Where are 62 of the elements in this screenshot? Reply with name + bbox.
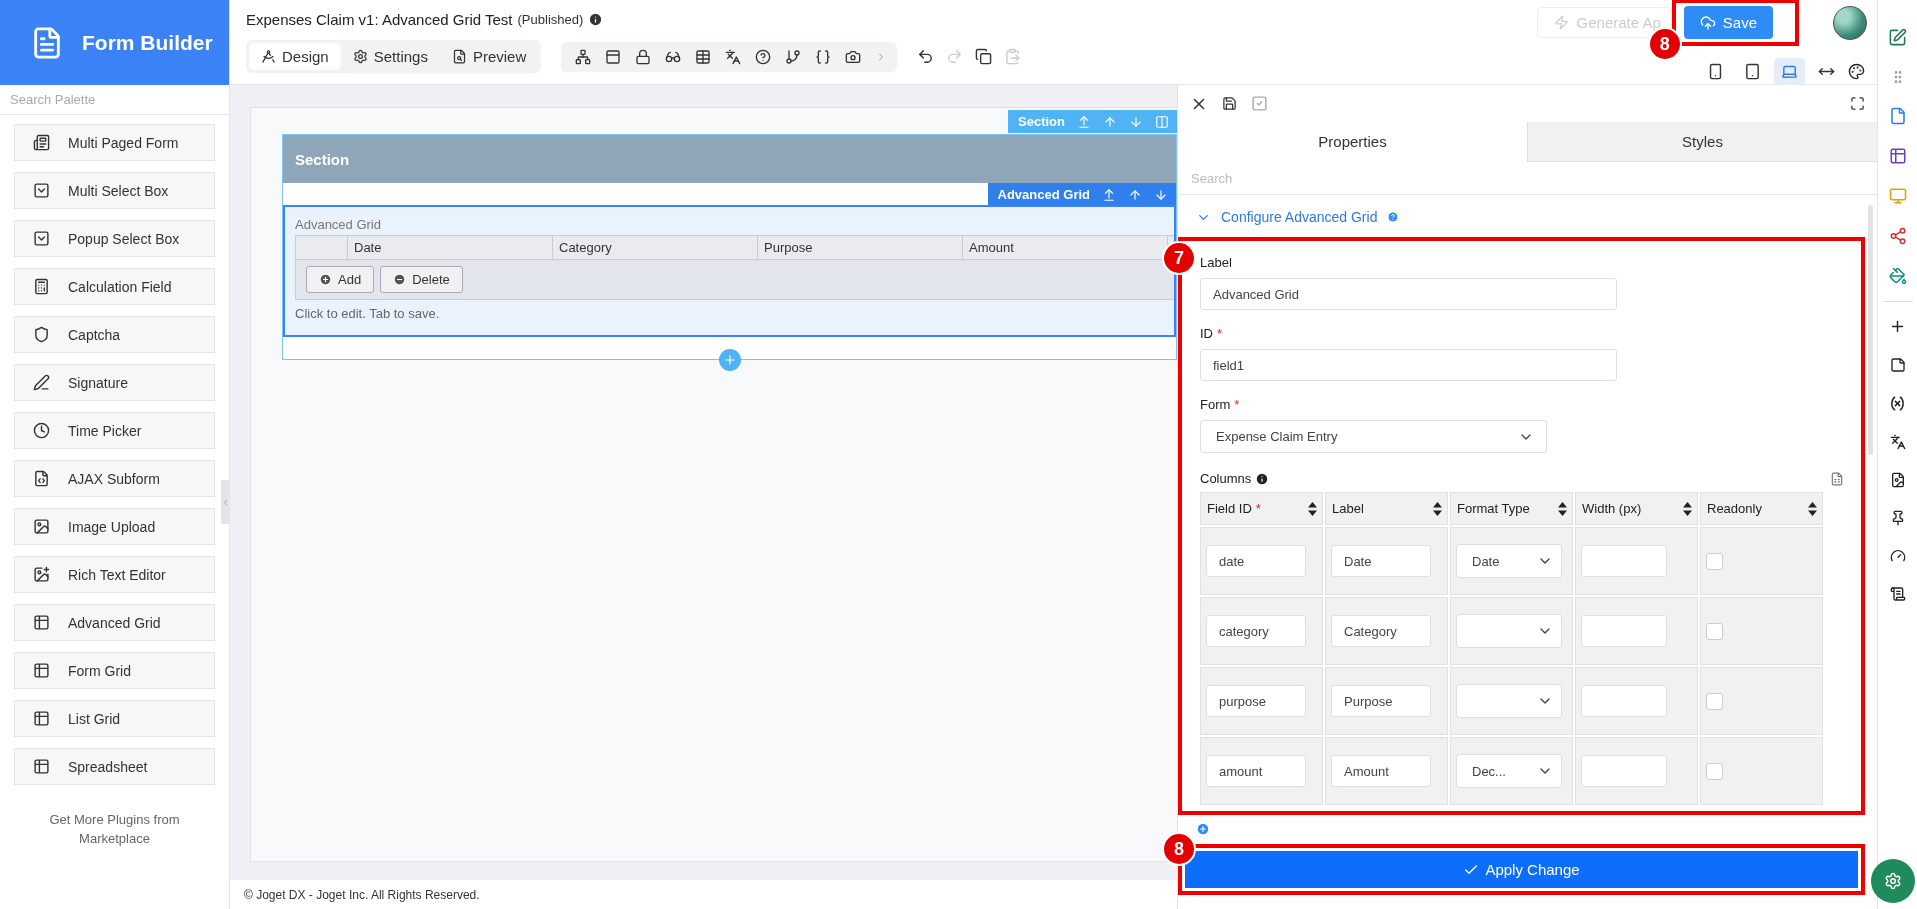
- column-header[interactable]: Field ID *: [1200, 492, 1323, 525]
- copyright-text: © Joget DX - Joget Inc. All Rights Reserved.: [230, 880, 1177, 909]
- group-title[interactable]: Configure Advanced Grid: [1221, 209, 1378, 225]
- column-header[interactable]: Readonly: [1700, 492, 1823, 525]
- palette-item[interactable]: Multi Select Box: [14, 172, 215, 209]
- marketplace-link[interactable]: Get More Plugins from Marketplace: [0, 811, 229, 849]
- step-badge: 7: [1162, 241, 1196, 275]
- palette-item[interactable]: Advanced Grid: [14, 604, 215, 641]
- field-id-field[interactable]: date: [1206, 545, 1306, 577]
- required-mark: *: [1234, 397, 1240, 412]
- label-field[interactable]: Category: [1331, 615, 1431, 647]
- mode-tab[interactable]: Preview: [439, 43, 539, 70]
- palette-item[interactable]: Image Upload: [14, 508, 215, 545]
- format-select[interactable]: Date: [1456, 544, 1562, 578]
- column-header[interactable]: Format Type: [1450, 492, 1573, 525]
- label-field[interactable]: Purpose: [1331, 685, 1431, 717]
- field-label: Columns: [1200, 471, 1270, 486]
- field-id-field[interactable]: category: [1206, 615, 1306, 647]
- field-id-field[interactable]: amount: [1206, 755, 1306, 787]
- apply-change-button[interactable]: Apply Change: [1185, 851, 1858, 888]
- palette-item[interactable]: AJAX Subform: [14, 460, 215, 497]
- step-badge: 8: [1647, 27, 1682, 61]
- app-title: Form Builder: [82, 30, 213, 55]
- palette-item[interactable]: Captcha: [14, 316, 215, 353]
- section-title: Section: [283, 135, 1176, 183]
- label-field[interactable]: Amount: [1331, 755, 1431, 787]
- palette-item[interactable]: Form Grid: [14, 652, 215, 689]
- field-label: Label: [1200, 255, 1233, 270]
- table-header-cell: Purpose: [758, 236, 963, 259]
- form-title: Expenses Claim v1: Advanced Grid Test: [246, 11, 513, 28]
- palette-item[interactable]: Calculation Field: [14, 268, 215, 305]
- form-select[interactable]: Expense Claim Entry: [1200, 420, 1547, 453]
- field-label: ID *: [1200, 326, 1224, 341]
- element-tag: Advanced Grid: [997, 187, 1090, 202]
- palette-item[interactable]: Popup Select Box: [14, 220, 215, 257]
- status-label: (Published): [517, 12, 584, 27]
- palette-item[interactable]: Time Picker: [14, 412, 215, 449]
- mode-tab[interactable]: Design: [249, 43, 341, 70]
- palette-item[interactable]: Rich Text Editor: [14, 556, 215, 593]
- table-header-cell: Category: [553, 236, 758, 259]
- grid-label: Advanced Grid: [295, 217, 382, 232]
- add-button[interactable]: Add: [306, 266, 375, 293]
- mode-tab[interactable]: Settings: [340, 43, 440, 70]
- table-header-cell: Date: [348, 236, 553, 259]
- delete-button[interactable]: Delete: [380, 266, 463, 293]
- element-toolbar[interactable]: Advanced Grid: [987, 183, 1176, 206]
- palette-item[interactable]: Spreadsheet: [14, 748, 215, 785]
- palette-item[interactable]: Multi Paged Form: [14, 124, 215, 161]
- column-header[interactable]: Label: [1325, 492, 1448, 525]
- format-select[interactable]: Dec...: [1456, 754, 1562, 788]
- text-field[interactable]: field1: [1200, 349, 1617, 381]
- palette-item[interactable]: List Grid: [14, 700, 215, 737]
- panel-tab[interactable]: Styles: [1527, 122, 1877, 162]
- field-id-field[interactable]: purpose: [1206, 685, 1306, 717]
- field-label: Form *: [1200, 397, 1241, 412]
- section-tag: Section: [1018, 114, 1065, 129]
- text-field[interactable]: Advanced Grid: [1200, 278, 1617, 310]
- palette-item[interactable]: Signature: [14, 364, 215, 401]
- column-header[interactable]: Width (px): [1575, 492, 1698, 525]
- label-field[interactable]: Date: [1331, 545, 1431, 577]
- required-mark: *: [1217, 326, 1223, 341]
- grid-hint: Click to edit. Tab to save.: [295, 306, 441, 321]
